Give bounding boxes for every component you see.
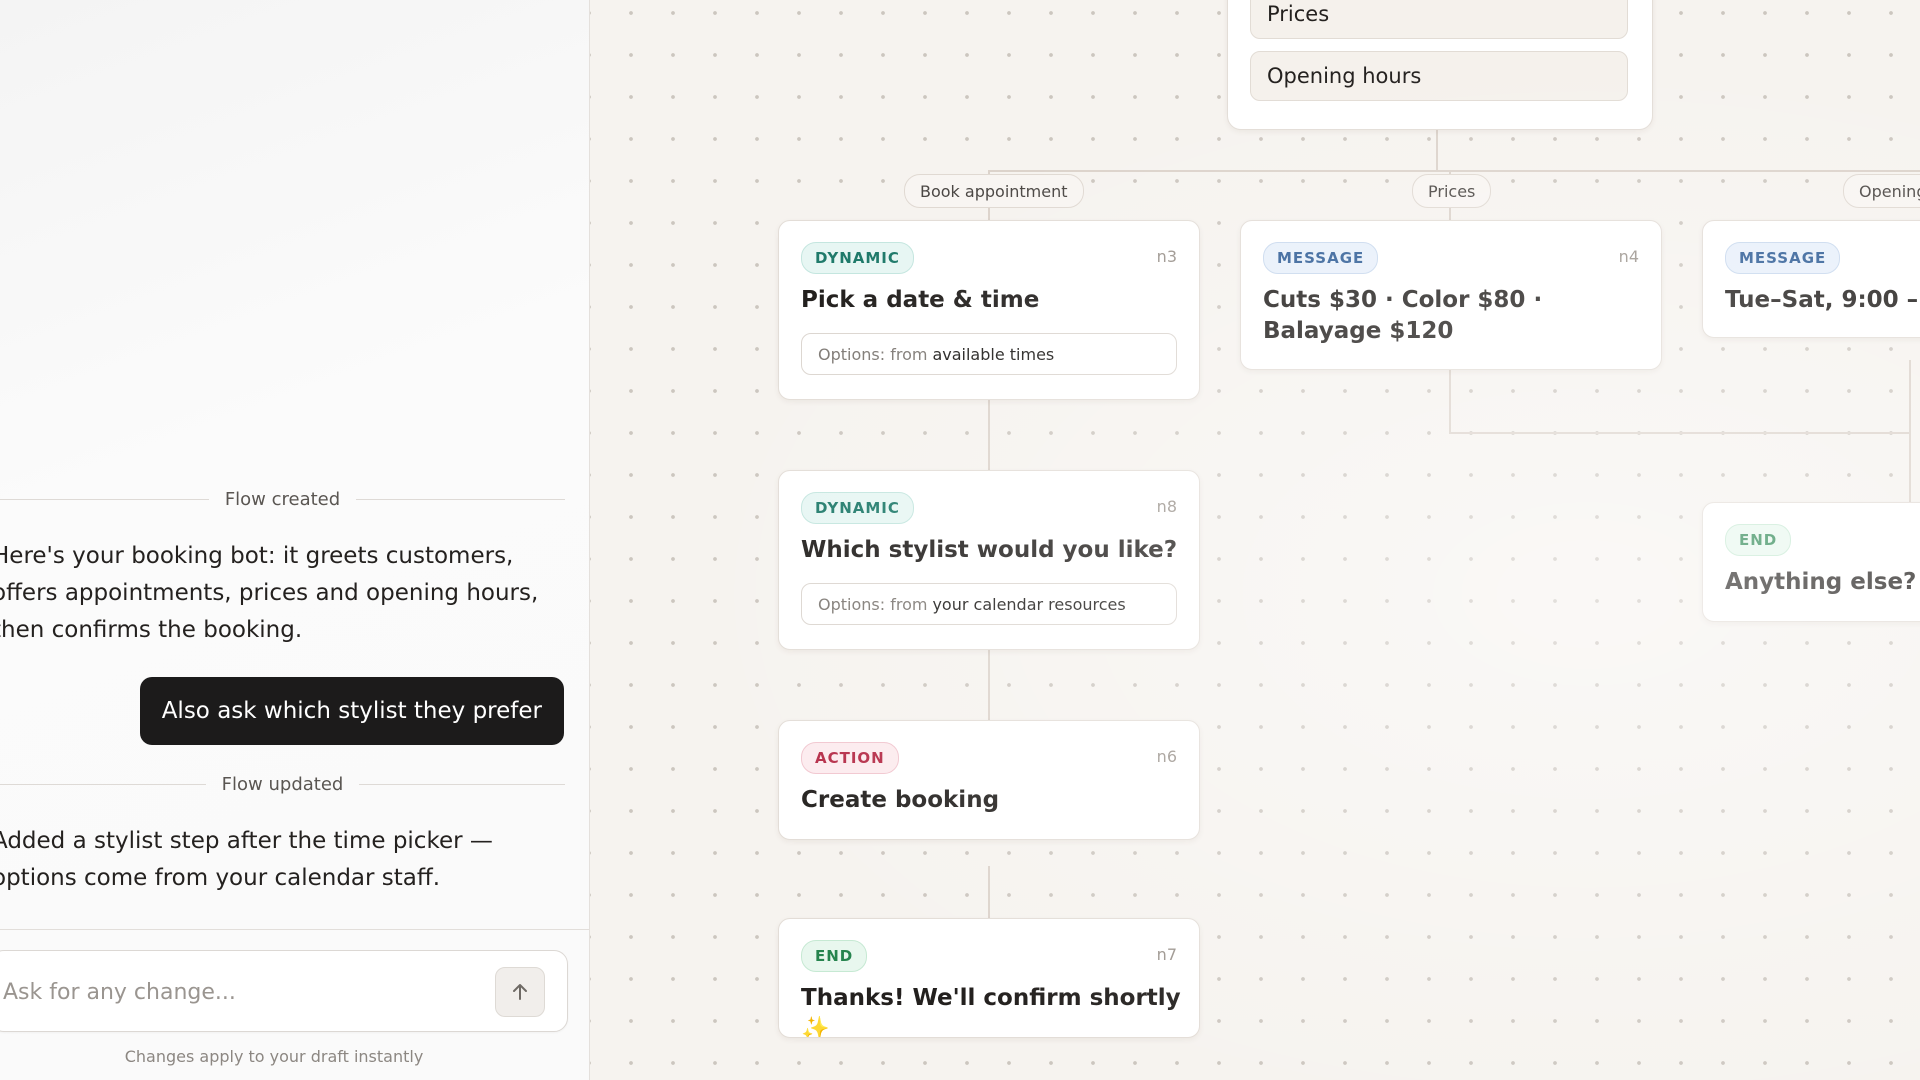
flow-node-n6[interactable]: ACTION n6 Create booking bbox=[778, 720, 1200, 840]
options-prefix: Options: from bbox=[818, 594, 928, 614]
edge-label-opening: Opening bbox=[1843, 174, 1920, 208]
node-type-badge: END bbox=[801, 940, 868, 972]
options-prefix: Options: from bbox=[818, 344, 928, 364]
node-title: Thanks! We'll confirm shortly ✨ bbox=[801, 985, 1181, 1038]
node-title: Create booking bbox=[801, 787, 1000, 813]
arrow-up-icon bbox=[513, 984, 527, 1000]
menu-node[interactable]: Prices Opening hours bbox=[1227, 0, 1653, 130]
chat-input-box bbox=[0, 950, 568, 1032]
user-message: Also ask which stylist they prefer bbox=[139, 677, 564, 745]
node-id: n3 bbox=[1156, 247, 1177, 266]
node-title: Which stylist would you like? bbox=[801, 537, 1178, 563]
node-options: Options: from available times bbox=[801, 333, 1177, 375]
flow-node-n7[interactable]: END n7 Thanks! We'll confirm shortly ✨ bbox=[778, 918, 1200, 1038]
bot-message: Added a stylist step after the time pick… bbox=[0, 828, 493, 891]
flow-node-anything-else[interactable]: END Anything else? Jus bbox=[1702, 502, 1920, 622]
node-type-badge: DYNAMIC bbox=[801, 492, 914, 524]
node-title: Anything else? Jus bbox=[1725, 569, 1920, 595]
node-type-badge: ACTION bbox=[801, 742, 899, 774]
connector bbox=[1449, 432, 1909, 434]
node-title: Tue–Sat, 9:00 – 18 bbox=[1725, 287, 1920, 313]
connector bbox=[1436, 128, 1438, 171]
node-type-badge: DYNAMIC bbox=[801, 242, 914, 274]
node-id: n4 bbox=[1618, 247, 1639, 266]
node-type-badge: MESSAGE bbox=[1725, 242, 1841, 274]
connector bbox=[988, 398, 990, 470]
node-id: n7 bbox=[1156, 945, 1177, 964]
send-button[interactable] bbox=[495, 967, 545, 1017]
edge-label-book-appointment: Book appointment bbox=[904, 174, 1084, 208]
node-title: Pick a date & time bbox=[801, 287, 1040, 313]
edge-label-prices: Prices bbox=[1412, 174, 1492, 208]
flow-node-n4[interactable]: MESSAGE n4 Cuts $30 · Color $80 · Balaya… bbox=[1240, 220, 1662, 370]
choice-opening-hours[interactable]: Opening hours bbox=[1250, 51, 1628, 101]
connector bbox=[988, 866, 990, 918]
chat-panel: Flow created Here's your booking bot: it… bbox=[0, 0, 590, 1080]
connector bbox=[988, 648, 990, 720]
node-options: Options: from your calendar resources bbox=[801, 583, 1177, 625]
options-source: available times bbox=[932, 344, 1055, 364]
flow-node-opening-hours[interactable]: MESSAGE Tue–Sat, 9:00 – 18 bbox=[1702, 220, 1920, 338]
composer-hint: Changes apply to your draft instantly bbox=[124, 1047, 424, 1066]
connector bbox=[1449, 368, 1451, 434]
flow-created-divider: Flow created bbox=[0, 487, 565, 511]
flow-node-n3[interactable]: DYNAMIC n3 Pick a date & time Options: f… bbox=[778, 220, 1200, 400]
node-id: n6 bbox=[1156, 747, 1177, 766]
divider-label: Flow created bbox=[224, 488, 341, 510]
connector bbox=[988, 170, 1920, 172]
connector bbox=[1909, 360, 1911, 502]
flow-canvas[interactable]: Prices Opening hours Book appointment Pr… bbox=[590, 0, 1920, 1080]
node-type-badge: END bbox=[1725, 524, 1792, 556]
divider-label: Flow updated bbox=[221, 773, 344, 795]
chat-input[interactable] bbox=[1, 971, 475, 1013]
node-id: n8 bbox=[1156, 497, 1177, 516]
chat-composer: Changes apply to your draft instantly bbox=[0, 929, 589, 1080]
flow-updated-divider: Flow updated bbox=[0, 772, 566, 796]
choice-prices[interactable]: Prices bbox=[1250, 0, 1628, 39]
flow-node-n8[interactable]: DYNAMIC n8 Which stylist would you like?… bbox=[778, 470, 1200, 650]
node-title: Cuts $30 · Color $80 · Balayage $120 bbox=[1263, 287, 1543, 344]
node-type-badge: MESSAGE bbox=[1263, 242, 1379, 274]
options-source: your calendar resources bbox=[932, 594, 1126, 614]
bot-message: Here's your booking bot: it greets custo… bbox=[0, 543, 539, 643]
